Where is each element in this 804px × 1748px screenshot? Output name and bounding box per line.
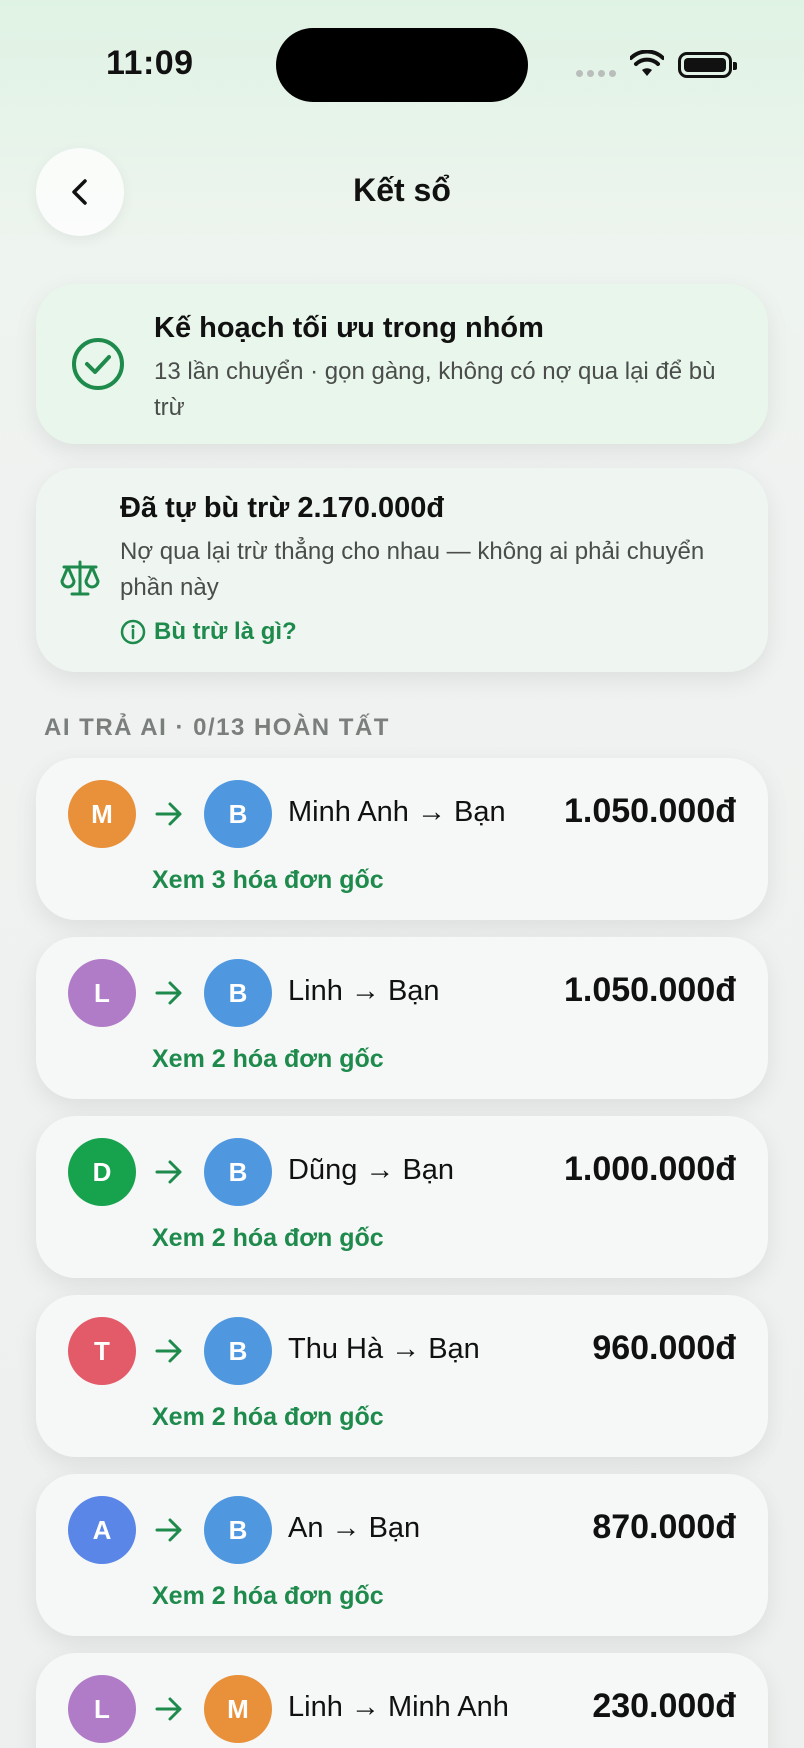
- view-original-bills-link[interactable]: Xem 3 hóa đơn gốc: [152, 866, 384, 895]
- arrow-right-icon: [155, 802, 182, 826]
- transfer-amount: 1.000.000đ: [563, 1150, 736, 1188]
- transfer-row[interactable]: T B Thu Hà → Bạn 960.000đ Xem 2 hóa đơn gốc: [36, 1295, 768, 1457]
- transfer-amount: 1.050.000đ: [563, 971, 736, 1009]
- payer-avatar: T: [68, 1317, 136, 1385]
- payer-avatar: L: [68, 1675, 136, 1743]
- payee-avatar: B: [204, 1496, 272, 1564]
- transfer-names: Thu Hà → Bạn: [288, 1333, 480, 1365]
- transfer-row[interactable]: A B An → Bạn 870.000đ Xem 2 hóa đơn gốc: [36, 1474, 768, 1636]
- payer-avatar: L: [68, 959, 136, 1027]
- signal-icon: [576, 70, 616, 77]
- transfer-amount: 1.050.000đ: [563, 792, 736, 830]
- payee-avatar: B: [204, 1138, 272, 1206]
- view-original-bills-link[interactable]: Xem 2 hóa đơn gốc: [152, 1582, 384, 1611]
- offset-subtitle: Nợ qua lại trừ thẳng cho nhau — không ai…: [120, 538, 705, 601]
- battery-icon: [678, 52, 737, 78]
- payee-avatar: B: [204, 959, 272, 1027]
- transfer-names: Linh → Minh Anh: [288, 1691, 509, 1723]
- arrow-right-icon: [155, 1518, 182, 1542]
- arrow-right-icon: [155, 1160, 182, 1184]
- transfer-names: Minh Anh → Bạn: [288, 796, 506, 828]
- transfer-names: Linh → Bạn: [288, 975, 440, 1007]
- payee-avatar: B: [204, 780, 272, 848]
- status-time: 11:09: [106, 44, 194, 82]
- offset-card: Đã tự bù trừ 2.170.000đ Nợ qua lại trừ t…: [36, 468, 768, 672]
- payee-avatar: M: [204, 1675, 272, 1743]
- view-original-bills-link[interactable]: Xem 2 hóa đơn gốc: [152, 1224, 384, 1253]
- view-original-bills-link[interactable]: Xem 2 hóa đơn gốc: [152, 1403, 384, 1432]
- dynamic-island: [276, 28, 528, 102]
- arrow-right-icon: [155, 1697, 182, 1721]
- offset-title: Đã tự bù trừ 2.170.000đ: [120, 492, 445, 524]
- plan-subtitle: 13 lần chuyển · gọn gàng, không có nợ qu…: [154, 358, 716, 421]
- section-label: AI TRẢ AI · 0/13 HOÀN TẤT: [44, 714, 390, 741]
- arrow-right-icon: [155, 981, 182, 1005]
- arrow-right-icon: [155, 1339, 182, 1363]
- check-circle-icon: [72, 338, 124, 390]
- view-original-bills-link[interactable]: Xem 2 hóa đơn gốc: [152, 1045, 384, 1074]
- transfer-amount: 230.000đ: [592, 1687, 736, 1725]
- payer-avatar: M: [68, 780, 136, 848]
- payer-avatar: A: [68, 1496, 136, 1564]
- transfer-row[interactable]: L M Linh → Minh Anh 230.000đ: [36, 1653, 768, 1748]
- optimized-plan-card: Kế hoạch tối ưu trong nhóm 13 lần chuyển…: [36, 284, 768, 444]
- transfer-row[interactable]: D B Dũng → Bạn 1.000.000đ Xem 2 hóa đơn gốc: [36, 1116, 768, 1278]
- payee-avatar: B: [204, 1317, 272, 1385]
- what-is-offset-link[interactable]: Bù trừ là gì?: [120, 618, 297, 646]
- transfer-amount: 960.000đ: [592, 1329, 736, 1367]
- plan-title: Kế hoạch tối ưu trong nhóm: [154, 312, 544, 344]
- transfer-row[interactable]: L B Linh → Bạn 1.050.000đ Xem 2 hóa đơn gốc: [36, 937, 768, 1099]
- wifi-icon: [630, 50, 664, 76]
- payer-avatar: D: [68, 1138, 136, 1206]
- transfer-row[interactable]: M B Minh Anh → Bạn 1.050.000đ Xem 3 hóa đơn …: [36, 758, 768, 920]
- status-bar: 11:09: [0, 0, 804, 130]
- transfer-names: Dũng → Bạn: [288, 1154, 455, 1186]
- scale-icon: [60, 560, 100, 596]
- transfer-names: An → Bạn: [288, 1512, 421, 1544]
- transfer-amount: 870.000đ: [592, 1508, 736, 1546]
- page-title: Kết sổ: [353, 172, 451, 208]
- info-icon: [120, 619, 146, 645]
- offset-link-label: Bù trừ là gì?: [154, 618, 297, 645]
